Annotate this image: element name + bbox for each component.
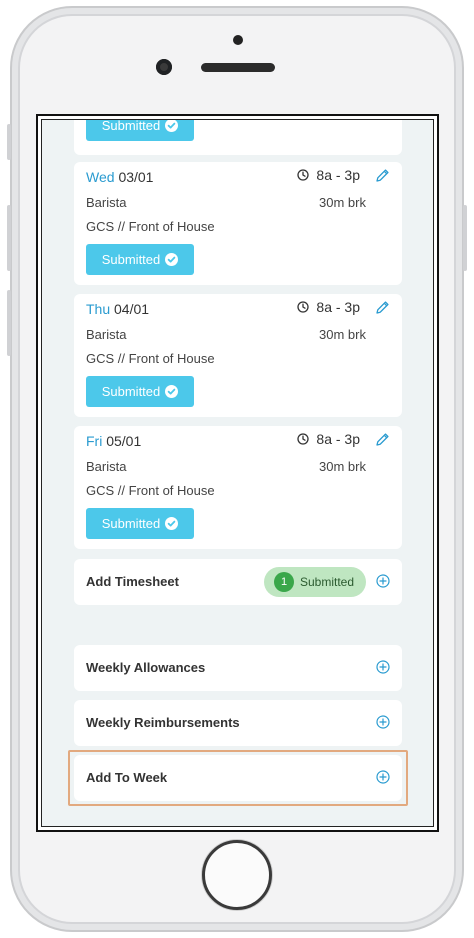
pencil-icon[interactable] — [375, 300, 390, 315]
check-circle-icon — [165, 120, 179, 132]
shift-break: 30m brk — [319, 195, 366, 210]
shift-role: Barista — [86, 459, 127, 474]
submitted-label: Submitted — [101, 384, 161, 399]
shift-time-value: 8a - 3p — [316, 299, 360, 315]
phone-volume-up — [7, 205, 11, 271]
earpiece-speaker — [201, 63, 275, 72]
plus-circle-icon[interactable] — [376, 574, 390, 588]
check-circle-icon — [165, 253, 179, 266]
shift-card-previous: Submitted — [74, 119, 402, 155]
screen: Submitted Wed 03/01 8a - 3p Barista 30m … — [36, 114, 439, 832]
shift-date-value: 05/01 — [106, 433, 142, 449]
shift-card[interactable]: Thu 04/01 8a - 3p Barista 30m brk GCS //… — [74, 294, 402, 417]
add-timesheet-row[interactable]: Add Timesheet 1 Submitted — [74, 559, 402, 605]
submitted-button[interactable]: Submitted — [86, 244, 194, 275]
pencil-icon[interactable] — [375, 168, 390, 183]
shift-location: GCS // Front of House — [86, 483, 215, 498]
submitted-button[interactable]: Submitted — [86, 376, 194, 407]
pencil-icon[interactable] — [375, 432, 390, 447]
shift-date-value: 04/01 — [114, 301, 150, 317]
shift-location: GCS // Front of House — [86, 219, 215, 234]
shift-time-value: 8a - 3p — [316, 431, 360, 447]
status-badge: 1 Submitted — [264, 567, 366, 597]
shift-day: Wed — [86, 169, 115, 185]
clock-icon — [297, 301, 310, 313]
front-camera — [233, 35, 243, 45]
highlight-outline — [68, 750, 408, 806]
shift-time: 8a - 3p — [297, 431, 390, 447]
shift-card[interactable]: Wed 03/01 8a - 3p Barista 30m brk GCS //… — [74, 162, 402, 285]
weekly-allowances-row[interactable]: Weekly Allowances — [74, 645, 402, 691]
shift-date-value: 03/01 — [118, 169, 154, 185]
shift-day: Thu — [86, 301, 111, 317]
phone-volume-down — [7, 290, 11, 356]
camera-lens — [156, 59, 172, 75]
badge-label: Submitted — [300, 575, 355, 589]
submitted-label: Submitted — [101, 119, 161, 133]
submitted-label: Submitted — [101, 252, 161, 267]
clock-icon — [297, 169, 310, 181]
shift-location: GCS // Front of House — [86, 351, 215, 366]
shift-time: 8a - 3p — [297, 167, 390, 183]
shift-time-value: 8a - 3p — [316, 167, 360, 183]
shift-date: Wed 03/01 — [86, 169, 153, 185]
phone-power-button — [463, 205, 467, 271]
shift-date: Fri 05/01 — [86, 433, 141, 449]
check-circle-icon — [165, 385, 179, 398]
shift-date: Thu 04/01 — [86, 301, 149, 317]
screen-viewport: Submitted Wed 03/01 8a - 3p Barista 30m … — [41, 119, 434, 827]
clock-icon — [297, 433, 310, 445]
badge-count: 1 — [274, 572, 294, 592]
add-timesheet-label: Add Timesheet — [86, 574, 179, 589]
shift-break: 30m brk — [319, 327, 366, 342]
home-button[interactable] — [202, 840, 272, 910]
shift-day: Fri — [86, 433, 103, 449]
plus-circle-icon[interactable] — [376, 715, 390, 729]
submitted-label: Submitted — [101, 516, 161, 531]
shift-time: 8a - 3p — [297, 299, 390, 315]
weekly-reimbursements-row[interactable]: Weekly Reimbursements — [74, 700, 402, 746]
shift-card[interactable]: Fri 05/01 8a - 3p Barista 30m brk GCS //… — [74, 426, 402, 549]
submitted-button[interactable]: Submitted — [86, 508, 194, 539]
shift-role: Barista — [86, 327, 127, 342]
weekly-allowances-label: Weekly Allowances — [86, 660, 206, 675]
shift-break: 30m brk — [319, 459, 366, 474]
submitted-button[interactable]: Submitted — [86, 119, 194, 141]
check-circle-icon — [165, 517, 179, 530]
plus-circle-icon[interactable] — [376, 660, 390, 674]
phone-side-button — [7, 124, 11, 160]
shift-role: Barista — [86, 195, 127, 210]
weekly-reimbursements-label: Weekly Reimbursements — [86, 715, 240, 730]
